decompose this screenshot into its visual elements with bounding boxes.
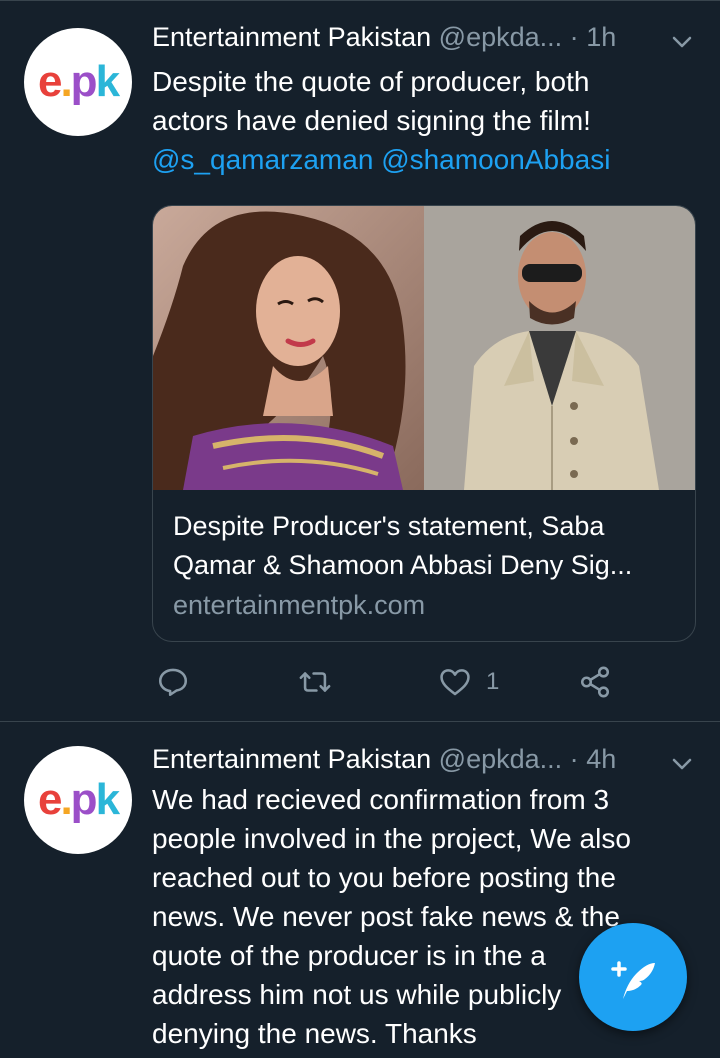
retweet-icon bbox=[299, 672, 331, 692]
tweet-actions: 1 bbox=[152, 660, 652, 704]
separator: · bbox=[569, 22, 579, 52]
chevron-down-icon[interactable] bbox=[670, 30, 694, 54]
display-name[interactable]: Entertainment Pakistan bbox=[152, 22, 431, 52]
separator: · bbox=[569, 744, 579, 774]
share-icon bbox=[580, 666, 610, 698]
card-title: Despite Producer's statement, Saba Qamar… bbox=[173, 511, 633, 580]
timestamp[interactable]: 1h bbox=[586, 22, 616, 52]
avatar[interactable]: e.pk bbox=[24, 28, 132, 136]
avatar[interactable]: e.pk bbox=[24, 746, 132, 854]
chevron-down-icon[interactable] bbox=[670, 752, 694, 776]
tweet-text: Despite the quote of producer, both acto… bbox=[152, 66, 611, 175]
retweet-button[interactable] bbox=[298, 660, 332, 704]
actress-photo bbox=[153, 206, 424, 490]
timestamp[interactable]: 4h bbox=[586, 744, 616, 774]
heart-icon bbox=[440, 669, 470, 696]
epk-logo: e.pk bbox=[37, 775, 120, 824]
share-button[interactable] bbox=[578, 660, 612, 704]
reply-button[interactable] bbox=[156, 660, 190, 704]
actor-photo bbox=[424, 206, 695, 490]
reply-icon bbox=[158, 668, 188, 697]
like-button[interactable]: 1 bbox=[438, 660, 499, 704]
mention-link[interactable]: @s_qamarzaman bbox=[152, 144, 373, 175]
tweet-header: Entertainment Pakistan @epkda... · 4h bbox=[152, 744, 616, 784]
epk-logo: e.pk bbox=[37, 57, 120, 106]
mention-link[interactable]: @shamoonAbbasi bbox=[381, 144, 610, 175]
link-preview-card[interactable]: Despite Producer's statement, Saba Qamar… bbox=[152, 205, 696, 642]
handle[interactable]: @epkda... bbox=[439, 22, 562, 52]
like-count: 1 bbox=[486, 668, 500, 695]
tweet-header: Entertainment Pakistan @epkda... · 1h bbox=[152, 22, 616, 62]
card-domain: entertainmentpk.com bbox=[173, 590, 426, 620]
compose-tweet-button[interactable] bbox=[579, 923, 687, 1031]
display-name[interactable]: Entertainment Pakistan bbox=[152, 744, 431, 774]
compose-tweet-icon bbox=[611, 961, 655, 999]
card-image bbox=[153, 206, 695, 490]
tweet[interactable]: e.pk Entertainment Pakistan @epkda... · … bbox=[0, 0, 720, 722]
handle[interactable]: @epkda... bbox=[439, 744, 562, 774]
